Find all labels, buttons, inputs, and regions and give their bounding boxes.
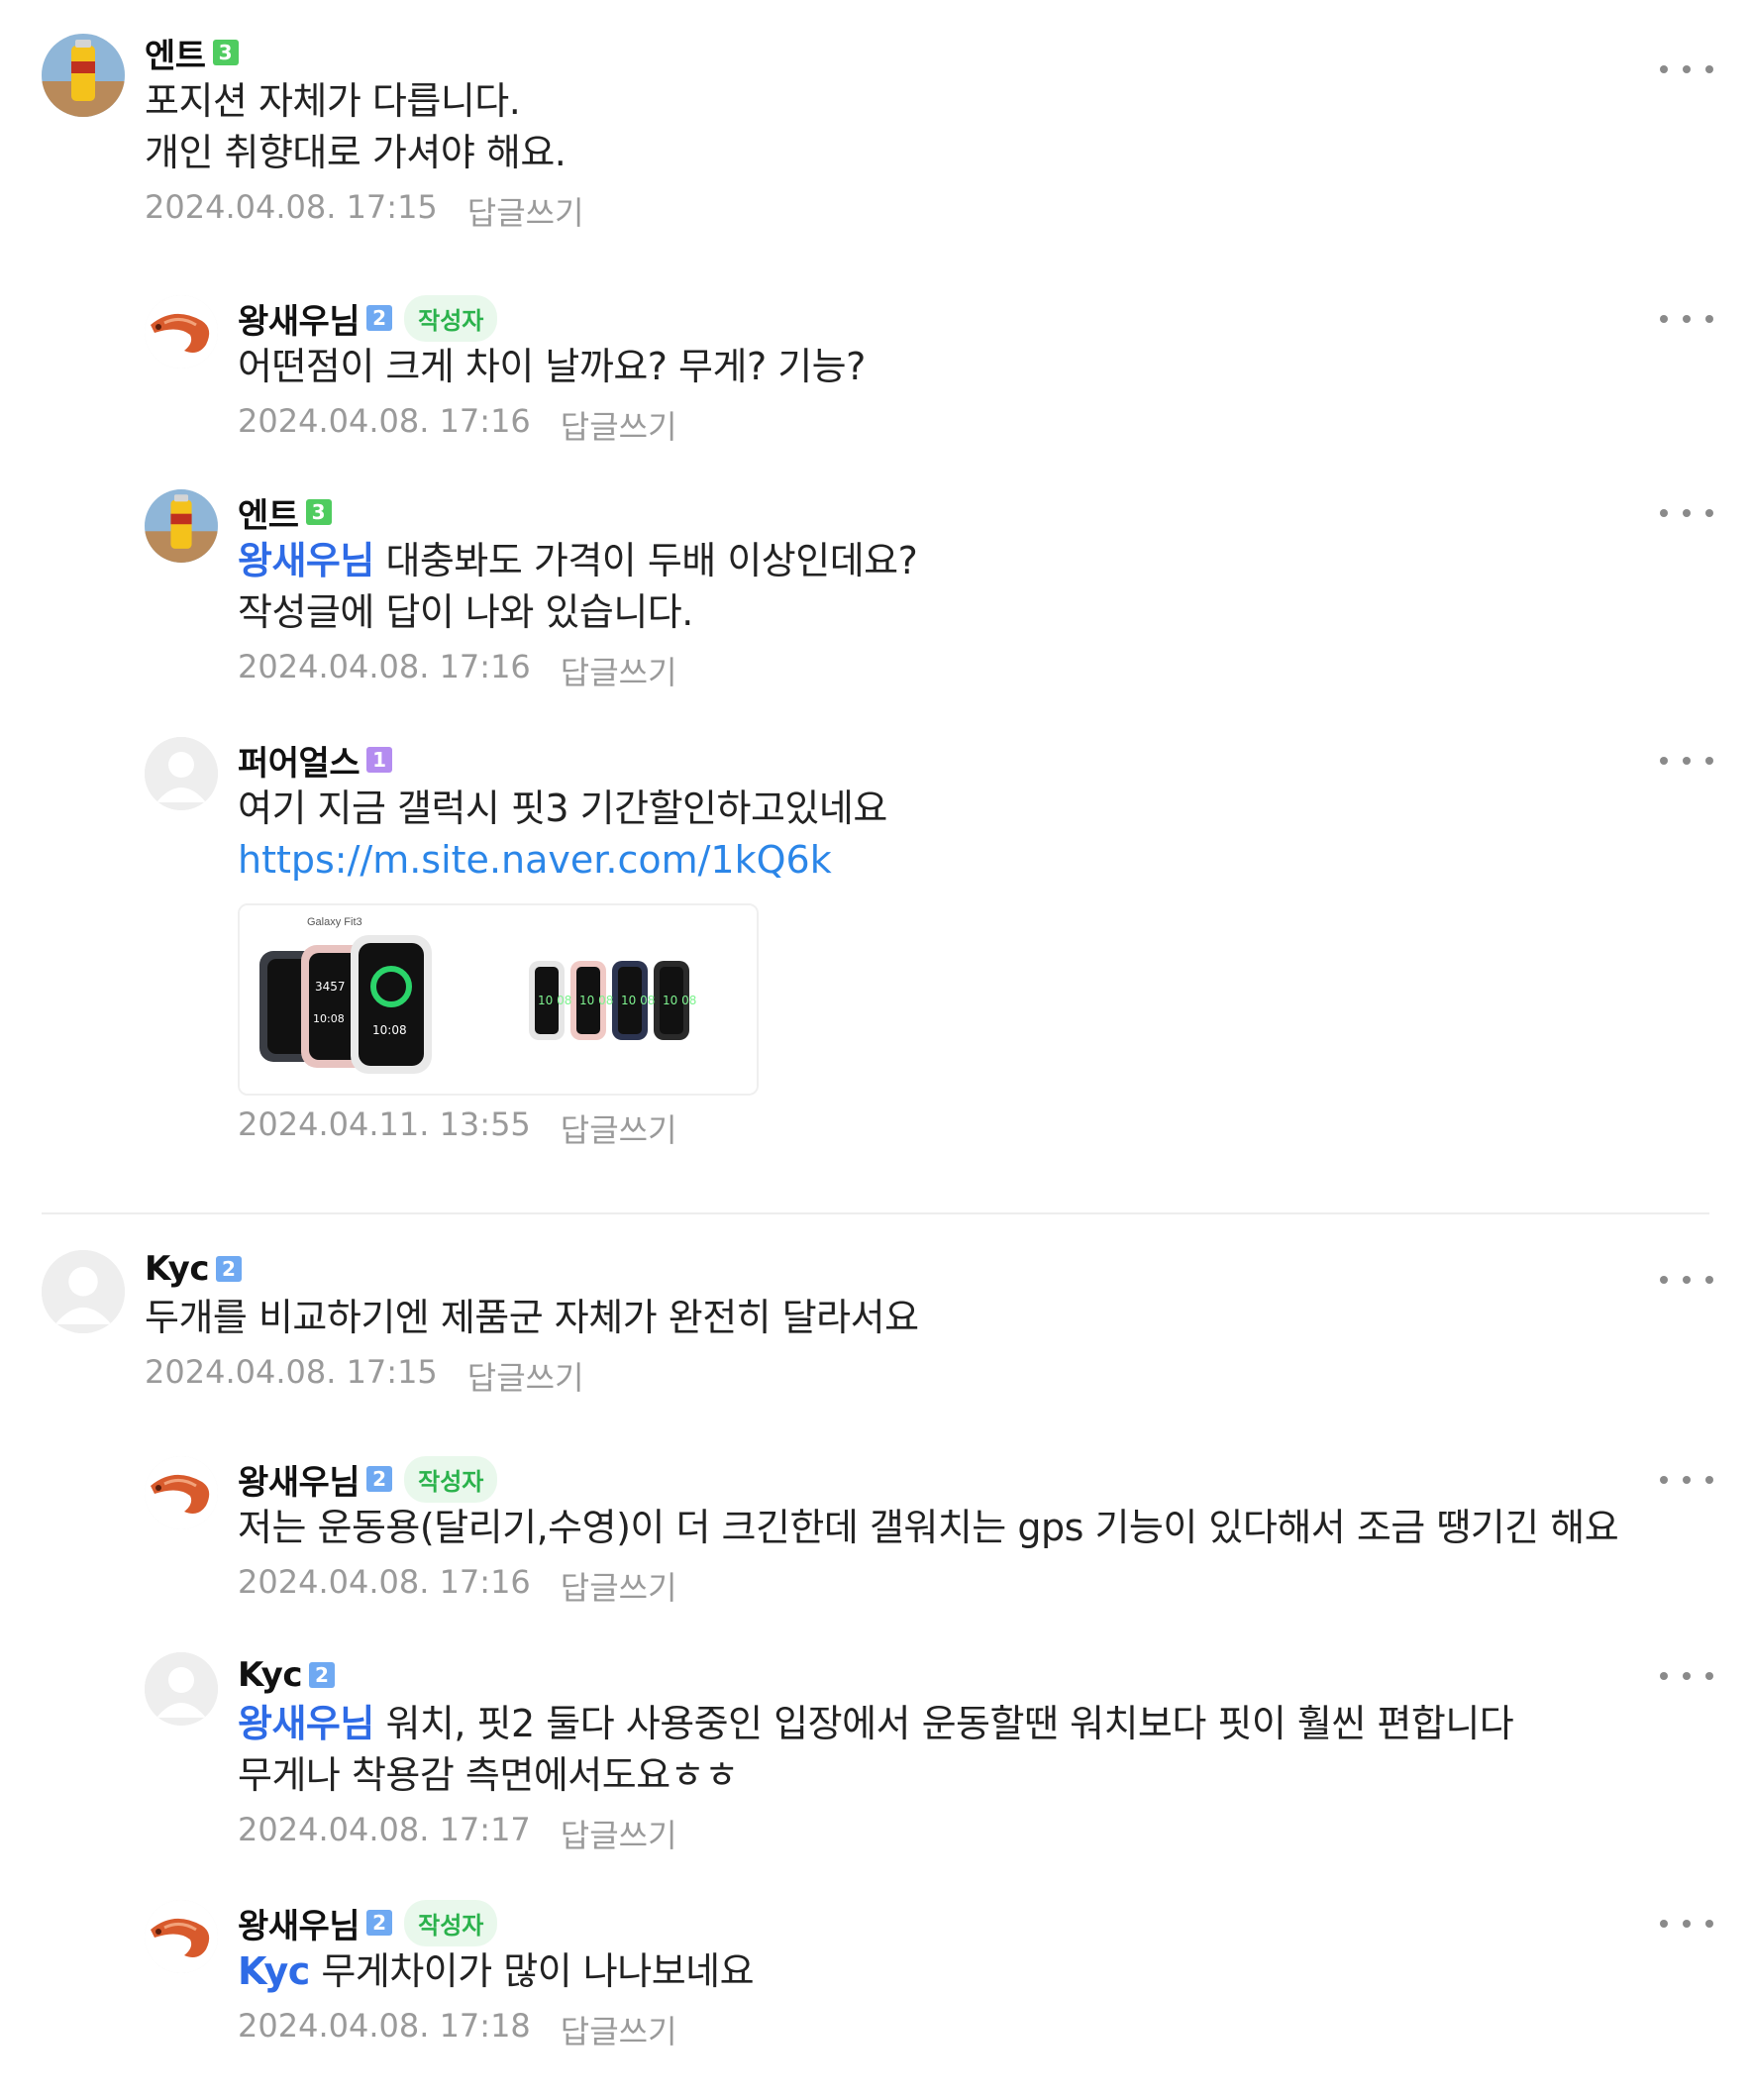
author-badge: 작성자 [404, 1455, 498, 1503]
avatar[interactable] [145, 489, 218, 563]
author-badge: 작성자 [404, 1899, 498, 1946]
nickname[interactable]: 퍼어얼스 [238, 736, 360, 785]
more-options-icon[interactable] [1660, 309, 1713, 329]
comment-body: 왕새우님 2 작성자 저는 운동용(달리기,수영)이 더 크긴한데 갤워치는 g… [238, 1455, 1619, 1609]
reply-button[interactable]: 답글쓰기 [561, 648, 677, 693]
reply-button[interactable]: 답글쓰기 [561, 1105, 677, 1151]
avatar[interactable] [145, 1900, 218, 1973]
reply-button[interactable]: 답글쓰기 [561, 1811, 677, 1856]
more-options-icon[interactable] [1660, 1470, 1713, 1490]
band-face-label: 10 08 [621, 994, 655, 1007]
author-badge: 작성자 [404, 294, 498, 342]
shrimp-icon [145, 295, 218, 368]
nickname[interactable]: 왕새우님 [238, 294, 360, 343]
link-preview-thumbnail[interactable]: Galaxy Fit3 3457 10:08 10:08 10 08 10 08… [238, 903, 759, 1096]
cola-icon [42, 34, 125, 117]
avatar[interactable] [145, 1652, 218, 1726]
more-options-icon[interactable] [1660, 1914, 1713, 1934]
comment-body: 엔트 3 왕새우님 대충봐도 가격이 두배 이상인데요? 작성글에 답이 나와 … [238, 488, 918, 693]
comment-body: 왕새우님 2 작성자 Kyc 무게차이가 많이 나나보네요 2024.04.08… [238, 1899, 755, 2052]
level-badge: 2 [366, 1466, 393, 1492]
band-face-label: 10 08 [538, 994, 571, 1007]
reply-button[interactable]: 답글쓰기 [467, 1353, 584, 1399]
watch-face-label: 10:08 [372, 1023, 407, 1037]
nickname[interactable]: 엔트 [145, 29, 206, 77]
comment-date: 2024.04.08. 17:16 [238, 1563, 531, 1601]
nickname[interactable]: Kyc [238, 1655, 303, 1695]
shrimp-icon [145, 1900, 218, 1973]
comment-text-line: 작성글에 답이 나와 있습니다. [238, 590, 693, 634]
avatar[interactable] [145, 737, 218, 810]
mention-link[interactable]: 왕새우님 [238, 1702, 374, 1745]
external-link[interactable]: https://m.site.naver.com/1kQ6k [238, 834, 887, 886]
cola-icon [145, 489, 218, 563]
comment-date: 2024.04.08. 17:17 [238, 1811, 531, 1848]
comment-date: 2024.04.08. 17:15 [145, 1353, 438, 1391]
more-options-icon[interactable] [1660, 1666, 1713, 1686]
reply-button[interactable]: 답글쓰기 [467, 188, 584, 234]
mention-link[interactable]: Kyc [238, 1949, 310, 1993]
level-badge: 1 [366, 747, 393, 773]
comment-text-line: 여기 지금 갤럭시 핏3 기간할인하고있네요 [238, 787, 887, 830]
comment-body: 왕새우님 2 작성자 어떤점이 크게 차이 날까요? 무게? 기능? 2024.… [238, 294, 866, 448]
level-badge: 3 [212, 40, 239, 65]
nickname[interactable]: 왕새우님 [238, 1899, 360, 1947]
nickname[interactable]: 엔트 [238, 488, 299, 537]
comment-body: 엔트 3 포지션 자체가 다릅니다. 개인 취향대로 가셔야 해요. 2024.… [145, 30, 584, 234]
avatar[interactable] [145, 1456, 218, 1529]
mention-link[interactable]: 왕새우님 [238, 539, 374, 582]
watch-face-label: 3457 [315, 980, 346, 994]
band-face-label: 10 08 [663, 994, 696, 1007]
reply-button[interactable]: 답글쓰기 [561, 2007, 677, 2052]
default-user-icon [145, 737, 218, 810]
avatar[interactable] [145, 295, 218, 368]
avatar[interactable] [42, 34, 125, 117]
level-badge: 3 [305, 499, 332, 525]
default-user-icon [145, 1652, 218, 1726]
level-badge: 2 [216, 1256, 242, 1282]
level-badge: 2 [366, 1910, 393, 1936]
thread-divider [42, 1212, 1709, 1214]
default-user-icon [42, 1250, 125, 1333]
comment-text-line: 포지션 자체가 다릅니다. [145, 79, 521, 123]
more-options-icon[interactable] [1660, 1270, 1713, 1290]
nickname[interactable]: 왕새우님 [238, 1455, 360, 1504]
reply-button[interactable]: 답글쓰기 [561, 1563, 677, 1609]
more-options-icon[interactable] [1660, 751, 1713, 771]
comment-text-line: 왕새우님 대충봐도 가격이 두배 이상인데요? [238, 539, 918, 582]
comment-text-line: 무게나 착용감 측면에서도요ㅎㅎ [238, 1753, 739, 1797]
more-options-icon[interactable] [1660, 503, 1713, 523]
reply-button[interactable]: 답글쓰기 [561, 402, 677, 448]
avatar[interactable] [42, 1250, 125, 1333]
comment-date: 2024.04.08. 17:16 [238, 648, 531, 685]
comment-text-line: 저는 운동용(달리기,수영)이 더 크긴한데 갤워치는 gps 기능이 있다해서… [238, 1506, 1619, 1549]
comment-text-line: 어떤점이 크게 차이 날까요? 무게? 기능? [238, 345, 866, 388]
comment-text-line: Kyc 무게차이가 많이 나나보네요 [238, 1949, 755, 1993]
comment-body: Kyc 2 두개를 비교하기엔 제품군 자체가 완전히 달라서요 2024.04… [145, 1246, 919, 1399]
comment-date: 2024.04.08. 17:15 [145, 188, 438, 226]
comment-text-line: 두개를 비교하기엔 제품군 자체가 완전히 달라서요 [145, 1296, 919, 1339]
comment-list: 엔트 3 포지션 자체가 다릅니다. 개인 취향대로 가셔야 해요. 2024.… [0, 0, 1751, 2100]
comment-body: 퍼어얼스 1 여기 지금 갤럭시 핏3 기간할인하고있네요 https://m.… [238, 737, 887, 1151]
more-options-icon[interactable] [1660, 59, 1713, 79]
thumbnail-caption: Galaxy Fit3 [307, 916, 362, 928]
watch-face-label: 10:08 [313, 1012, 345, 1025]
comment-text-line: 왕새우님 워치, 핏2 둘다 사용중인 입장에서 운동할땐 워치보다 핏이 훨씬… [238, 1702, 1514, 1745]
comment-date: 2024.04.08. 17:16 [238, 402, 531, 440]
comment-body: Kyc 2 왕새우님 워치, 핏2 둘다 사용중인 입장에서 운동할땐 워치보다… [238, 1652, 1514, 1856]
level-badge: 2 [366, 305, 393, 331]
comment-date: 2024.04.11. 13:55 [238, 1105, 531, 1143]
level-badge: 2 [309, 1662, 335, 1688]
comment-text-line: 개인 취향대로 가셔야 해요. [145, 131, 566, 174]
nickname[interactable]: Kyc [145, 1249, 210, 1289]
band-face-label: 10 08 [579, 994, 613, 1007]
galaxy-fit3-product-image: Galaxy Fit3 3457 10:08 10:08 10 08 10 08… [240, 905, 757, 1094]
comment-date: 2024.04.08. 17:18 [238, 2007, 531, 2045]
shrimp-icon [145, 1456, 218, 1529]
